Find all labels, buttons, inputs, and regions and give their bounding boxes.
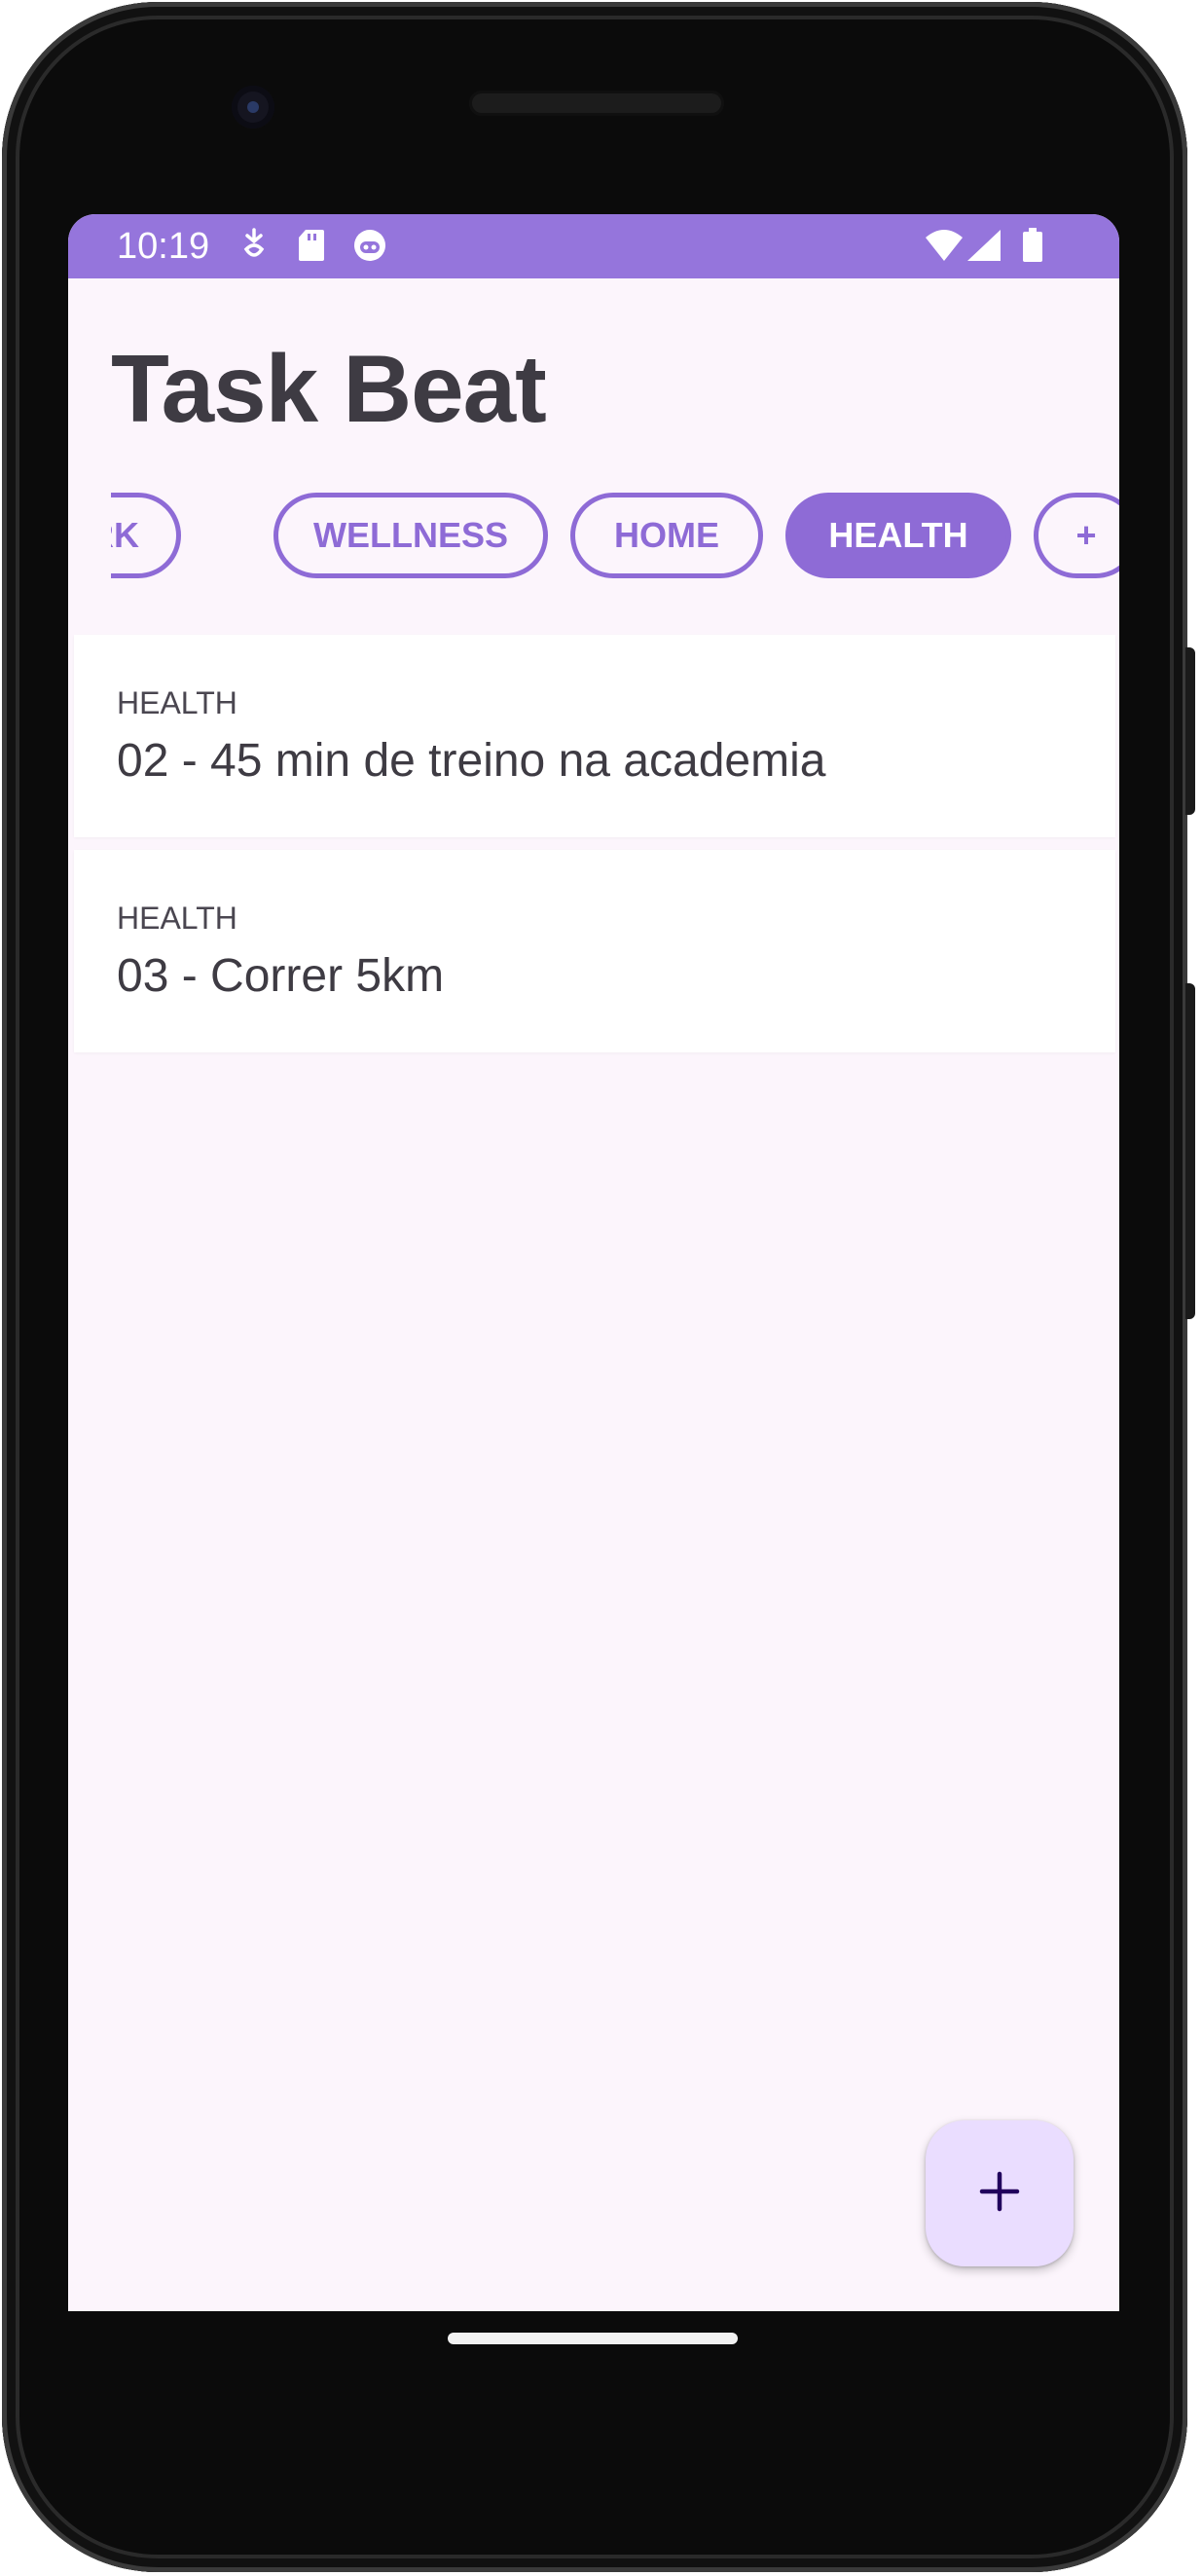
- task-category: HEALTH: [117, 901, 237, 936]
- add-category-chip[interactable]: +: [1034, 493, 1119, 578]
- page-title: Task Beat: [111, 335, 547, 442]
- cellular-icon: [965, 228, 1002, 268]
- earpiece-speaker: [469, 91, 724, 116]
- volume-button: [1185, 983, 1195, 1319]
- chip-label: +: [1075, 515, 1097, 555]
- sd-card-icon: [298, 228, 325, 268]
- chip-label: RK: [111, 515, 139, 555]
- app-screen: 10:19 Task Beat RK WELLNESS HOME HEALTH: [68, 214, 1119, 2311]
- plus-icon: [978, 2170, 1021, 2218]
- task-title: 02 - 45 min de treino na academia: [117, 735, 826, 787]
- wifi-icon: [925, 228, 964, 268]
- chip-health[interactable]: HEALTH: [785, 493, 1011, 578]
- notification-icon: [241, 228, 267, 268]
- category-chip-row[interactable]: RK WELLNESS HOME HEALTH +: [111, 493, 1119, 590]
- status-time: 10:19: [117, 226, 210, 267]
- status-bar: 10:19: [68, 214, 1119, 278]
- chip-work[interactable]: RK: [111, 493, 181, 578]
- task-card[interactable]: HEALTH 02 - 45 min de treino na academia: [74, 635, 1115, 837]
- chip-label: HEALTH: [828, 515, 968, 555]
- task-card[interactable]: HEALTH 03 - Correr 5km: [74, 850, 1115, 1052]
- task-title: 03 - Correr 5km: [117, 950, 445, 1002]
- chip-label: WELLNESS: [312, 515, 508, 555]
- front-camera: [232, 86, 274, 129]
- add-task-button[interactable]: [926, 2120, 1074, 2266]
- power-button: [1185, 647, 1195, 815]
- chip-label: HOME: [614, 515, 719, 555]
- chip-wellness[interactable]: WELLNESS: [273, 493, 548, 578]
- task-category: HEALTH: [117, 685, 237, 720]
- home-gesture-bar[interactable]: [448, 2333, 738, 2344]
- battery-icon: [1022, 228, 1043, 268]
- chip-home[interactable]: HOME: [570, 493, 763, 578]
- app-icon: [352, 228, 387, 268]
